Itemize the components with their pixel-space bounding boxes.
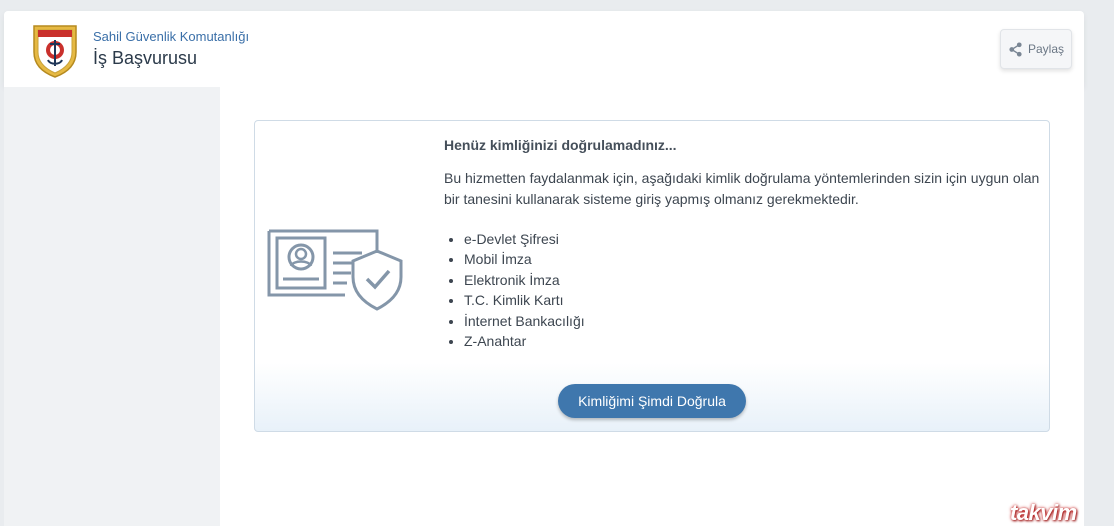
page-title: İş Başvurusu xyxy=(93,48,198,68)
verify-identity-button[interactable]: Kimliğimi Şimdi Doğrula xyxy=(558,384,746,418)
id-card-shield-icon xyxy=(267,229,403,311)
verification-heading: Henüz kimliğinizi doğrulamadınız... xyxy=(444,137,677,153)
method-item-edevlet: e-Devlet Şifresi xyxy=(464,229,585,249)
org-name: Sahil Güvenlik Komutanlığı xyxy=(93,29,250,44)
sidebar xyxy=(4,87,220,526)
share-button[interactable]: Paylaş xyxy=(1000,29,1072,69)
method-item-id-card: T.C. Kimlik Kartı xyxy=(464,290,585,310)
verification-description: Bu hizmetten faydalanmak için, aşağıdaki… xyxy=(444,168,1044,210)
method-item-e-signature: Elektronik İmza xyxy=(464,270,585,290)
method-item-z-key: Z-Anahtar xyxy=(464,331,585,351)
description-line: Bu hizmetten faydalanmak için, aşağıdaki… xyxy=(444,170,1040,186)
coast-guard-emblem-icon xyxy=(33,25,77,78)
verification-methods-list: e-Devlet Şifresi Mobil İmza Elektronik İ… xyxy=(444,229,585,351)
method-item-mobile-signature: Mobil İmza xyxy=(464,249,585,269)
page-header: Sahil Güvenlik Komutanlığı İş Başvurusu … xyxy=(4,11,1084,87)
watermark: takvim xyxy=(1010,500,1077,525)
verification-card: Henüz kimliğinizi doğrulamadınız... Bu h… xyxy=(254,120,1050,432)
method-item-internet-banking: İnternet Bankacılığı xyxy=(464,311,585,331)
share-icon xyxy=(1009,41,1022,57)
description-line: bir tanesini kullanarak sisteme giriş ya… xyxy=(444,191,859,207)
share-label: Paylaş xyxy=(1027,42,1065,56)
